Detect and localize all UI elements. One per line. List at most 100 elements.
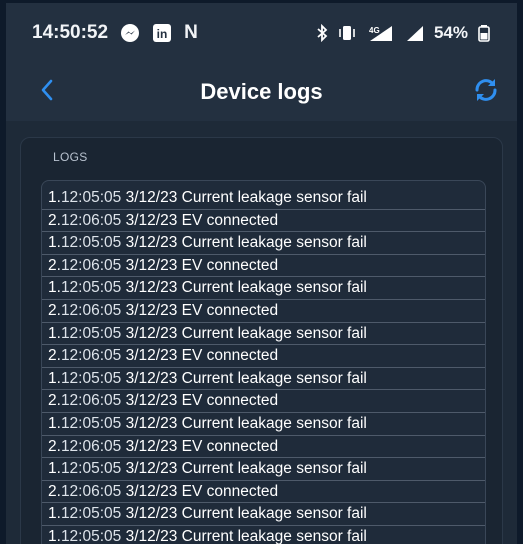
log-index: 2. [48,301,61,319]
refresh-icon [471,75,501,110]
log-date: 3/12/23 [125,460,178,478]
log-index: 1. [48,414,61,432]
log-entry: 1.12:05:05 3/12/23 Current leakage senso… [42,187,485,210]
log-message: EV connected [181,256,279,274]
log-time: 12:06:05 [60,347,122,365]
log-time: 12:05:05 [60,234,122,252]
log-entry: 1.12:05:05 3/12/23 Current leakage senso… [42,503,485,526]
log-time: 12:06:05 [60,256,122,274]
logs-panel: LOGS 1.12:05:05 3/12/23 Current leakage … [20,137,503,544]
log-date: 3/12/23 [125,234,178,252]
status-left: 14:50:52 in N [32,22,198,44]
log-index: 1. [48,324,61,342]
chevron-left-icon [39,78,55,107]
refresh-button[interactable] [469,75,503,109]
signal-4g-icon: 4G [366,24,396,42]
log-index: 1. [48,460,61,478]
vibrate-icon [337,24,357,42]
log-time: 12:05:05 [60,460,122,478]
battery-icon [477,24,491,42]
log-entry: 2.12:06:05 3/12/23 EV connected [42,210,485,233]
log-message: Current leakage sensor fail [181,189,367,206]
log-entry: 1.12:05:05 3/12/23 Current leakage senso… [42,458,485,481]
log-date: 3/12/23 [125,324,178,342]
log-entry: 1.12:05:05 3/12/23 Current leakage senso… [42,413,485,436]
log-entry: 2.12:06:05 3/12/23 EV connected [42,390,485,413]
status-bar: 14:50:52 in N 4G 54% [6,3,517,63]
log-time: 12:05:05 [60,279,122,297]
log-message: Current leakage sensor fail [181,324,367,342]
log-entry: 1.12:05:05 3/12/23 Current leakage senso… [42,277,485,300]
app-header: Device logs [6,63,517,121]
log-time: 12:06:05 [60,301,122,319]
log-index: 2. [48,392,61,410]
app-n-icon: N [184,22,198,43]
log-date: 3/12/23 [125,301,178,319]
status-right: 4G 54% [316,23,491,43]
log-index: 2. [48,437,61,455]
log-entry: 2.12:06:05 3/12/23 EV connected [42,481,485,504]
log-index: 2. [48,482,61,500]
log-message: EV connected [181,392,279,410]
svg-text:4G: 4G [369,26,380,35]
log-entry: 2.12:06:05 3/12/23 EV connected [42,300,485,323]
log-index: 2. [48,256,61,274]
log-time: 12:05:05 [60,505,122,523]
linkedin-icon: in [152,23,172,43]
log-entry: 1.12:05:05 3/12/23 Current leakage senso… [42,368,485,391]
log-time: 12:06:05 [60,482,122,500]
log-time: 12:05:05 [60,324,122,342]
phone-screen: 14:50:52 in N 4G 54% Device logs LOGS 1.… [0,0,523,544]
log-time: 12:05:05 [60,369,122,387]
log-message: Current leakage sensor fail [181,527,367,544]
logs-list[interactable]: 1.12:05:05 3/12/23 Current leakage senso… [41,180,486,544]
log-message: EV connected [181,482,279,500]
log-entry: 1.12:05:05 3/12/23 Current leakage senso… [42,232,485,255]
log-time: 12:06:05 [60,437,122,455]
log-date: 3/12/23 [125,279,178,297]
messenger-icon [120,23,140,43]
status-time: 14:50:52 [32,22,109,43]
log-time: 12:06:05 [60,392,122,410]
log-index: 1. [48,369,61,387]
log-message: Current leakage sensor fail [181,234,367,252]
signal-icon [405,24,425,42]
log-message: EV connected [181,211,279,229]
logs-label: LOGS [53,150,88,164]
log-date: 3/12/23 [125,256,178,274]
log-date: 3/12/23 [125,505,178,523]
log-message: Current leakage sensor fail [181,369,367,387]
log-message: EV connected [181,347,279,365]
page-title: Device logs [200,79,323,104]
log-index: 1. [48,234,61,252]
log-entry: 2.12:06:05 3/12/23 EV connected [42,345,485,368]
log-entry: 1.12:05:05 3/12/23 Current leakage senso… [42,323,485,346]
svg-text:in: in [157,27,168,41]
log-date: 3/12/23 [125,414,178,432]
log-date: 3/12/23 [125,527,178,544]
log-message: Current leakage sensor fail [181,505,367,523]
log-index: 1. [48,505,61,523]
log-date: 3/12/23 [125,347,178,365]
log-index: 1. [48,527,61,544]
log-date: 3/12/23 [125,437,178,455]
log-time: 12:05:05 [60,189,122,206]
log-date: 3/12/23 [125,189,178,206]
log-message: EV connected [181,437,279,455]
log-date: 3/12/23 [125,482,178,500]
back-button[interactable] [32,77,62,107]
log-time: 12:06:05 [60,211,122,229]
bluetooth-icon [316,24,328,42]
log-index: 2. [48,347,61,365]
log-index: 1. [48,279,61,297]
log-index: 1. [48,189,61,206]
log-entry: 2.12:06:05 3/12/23 EV connected [42,255,485,278]
log-date: 3/12/23 [125,392,178,410]
log-time: 12:05:05 [60,527,122,544]
log-date: 3/12/23 [125,211,178,229]
log-entry: 2.12:06:05 3/12/23 EV connected [42,436,485,459]
log-message: Current leakage sensor fail [181,279,367,297]
log-message: Current leakage sensor fail [181,460,367,478]
log-date: 3/12/23 [125,369,178,387]
log-entry: 1.12:05:05 3/12/23 Current leakage senso… [42,526,485,544]
